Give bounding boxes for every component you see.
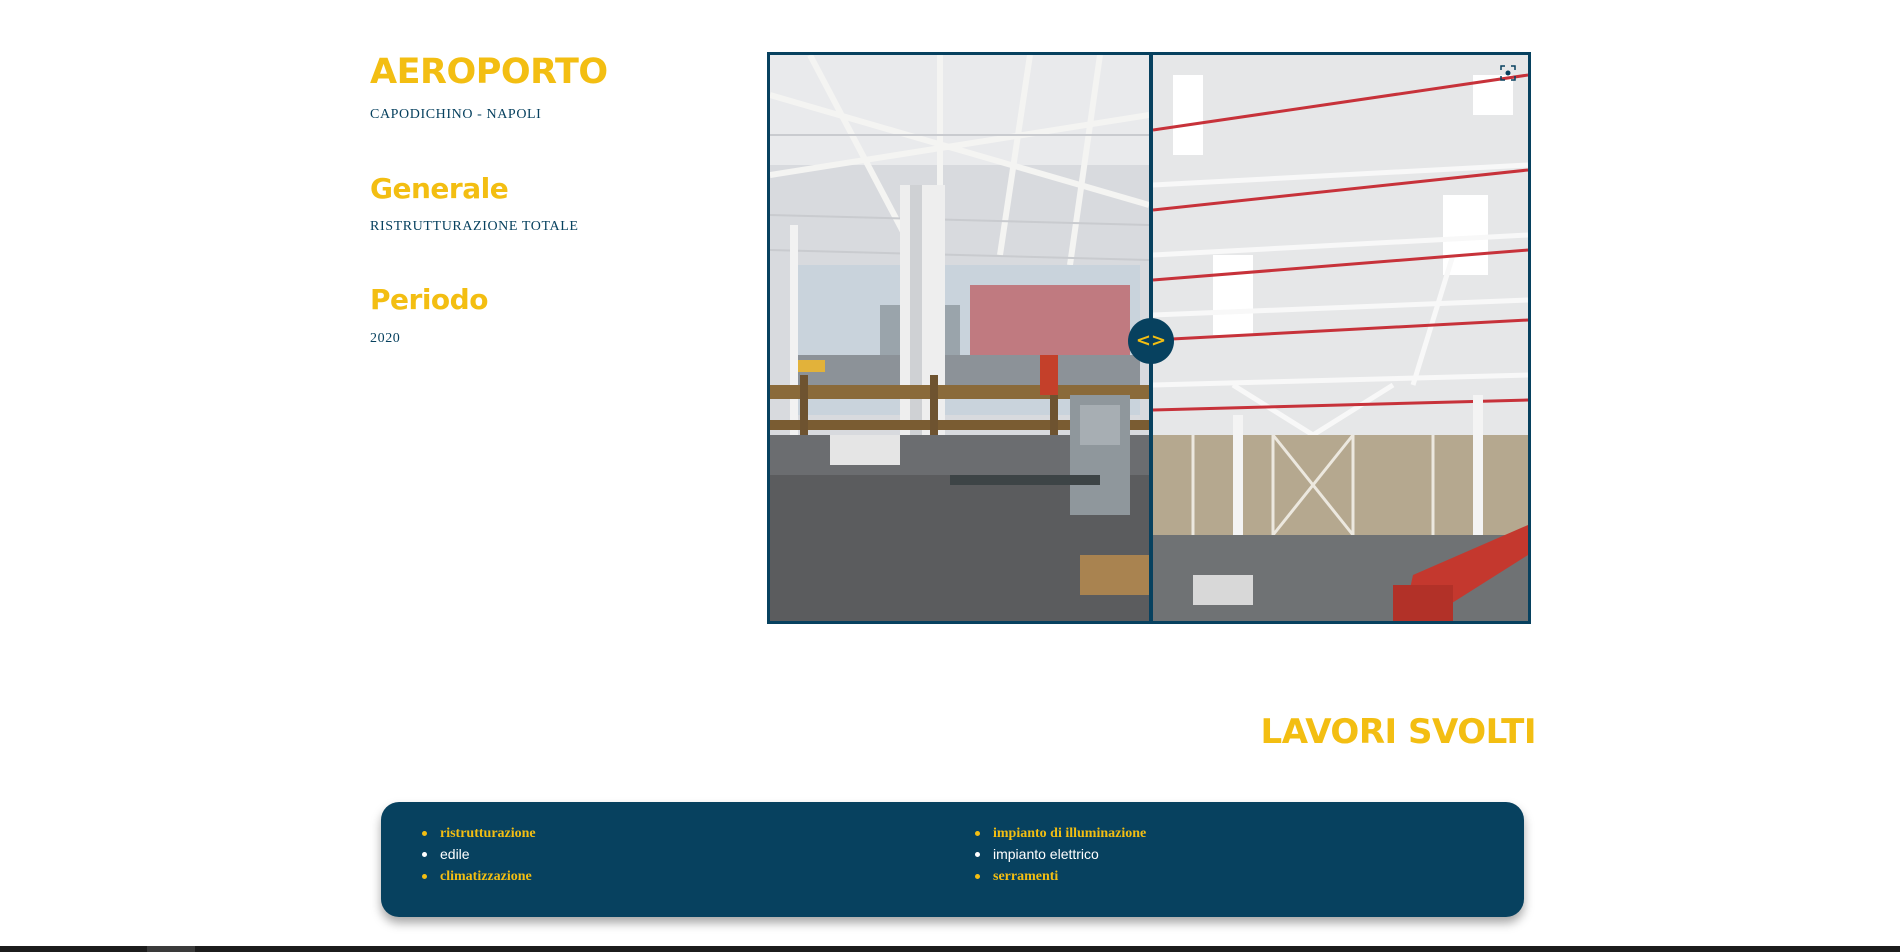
before-image (770, 55, 1149, 621)
general-value: RISTRUTTURAZIONE TOTALE (370, 219, 579, 234)
works-list-column-2: impianto di illuminazione impianto elett… (973, 823, 1146, 887)
slider-handle[interactable]: <> (1128, 318, 1174, 364)
before-after-slider[interactable]: <> (767, 52, 1531, 624)
works-item: impianto di illuminazione (973, 823, 1146, 844)
works-item: edile (420, 844, 536, 866)
after-image (1153, 55, 1528, 621)
scrollbar-thumb[interactable] (147, 946, 195, 952)
project-location: CAPODICHINO - NAPOLI (370, 107, 542, 122)
period-heading: Periodo (370, 283, 488, 316)
works-item: ristrutturazione (420, 823, 536, 844)
works-item: climatizzazione (420, 866, 536, 887)
works-item: serramenti (973, 866, 1146, 887)
works-item: impianto elettrico (973, 844, 1146, 866)
expand-icon[interactable] (1500, 65, 1516, 81)
works-list-column-1: ristrutturazione edile climatizzazione (420, 823, 536, 887)
general-heading: Generale (370, 172, 509, 205)
period-value: 2020 (370, 331, 401, 346)
bottom-bar (0, 946, 1900, 952)
project-title: AEROPORTO (370, 52, 608, 92)
works-panel: ristrutturazione edile climatizzazione i… (381, 802, 1524, 917)
works-heading: LAVORI SVOLTI (1260, 712, 1537, 752)
project-page: AEROPORTO CAPODICHINO - NAPOLI Generale … (0, 0, 1900, 952)
